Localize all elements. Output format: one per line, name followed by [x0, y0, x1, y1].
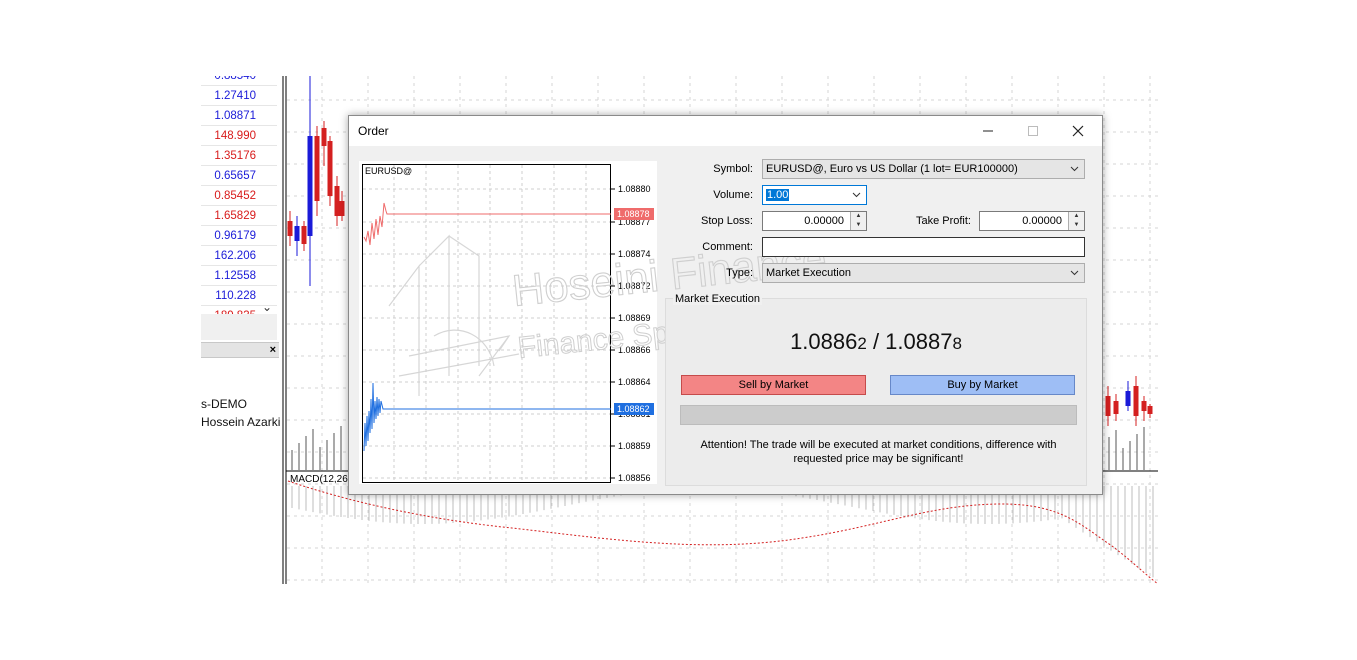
take-profit-field[interactable]: 0.00000 ▲ ▼ [979, 211, 1085, 231]
stop-loss-spinner: ▲ ▼ [850, 212, 866, 230]
stop-loss-label: Stop Loss: [701, 215, 753, 227]
take-profit-label: Take Profit: [915, 215, 971, 227]
volume-label: Volume: [713, 189, 753, 201]
chevron-down-icon[interactable] [852, 187, 861, 209]
bid-price-pipette: 2 [857, 334, 867, 353]
macd-histogram [291, 486, 1154, 578]
dialog-title: Order [358, 124, 389, 138]
bid-price-main: 1.0886 [790, 329, 858, 354]
quote-row[interactable]: 0.65657 [201, 166, 277, 186]
spin-up-icon[interactable]: ▲ [1069, 212, 1084, 221]
stop-loss-field[interactable]: 0.00000 ▲ ▼ [762, 211, 867, 231]
chevron-down-icon [1070, 161, 1079, 178]
spin-down-icon[interactable]: ▼ [851, 221, 866, 230]
quote-row[interactable]: 1.27410 [201, 86, 277, 106]
quote-row[interactable]: 148.990 [201, 126, 277, 146]
symbol-label: Symbol: [713, 163, 753, 175]
attention-message: Attention! The trade will be executed at… [700, 439, 1057, 465]
title-bar[interactable]: Order [349, 116, 1102, 146]
take-profit-value: 0.00000 [1022, 215, 1062, 227]
comment-label: Comment: [702, 241, 753, 253]
market-watch-panel: 0.88540 1.27410 1.08871 148.990 1.35176 0.656… [201, 76, 277, 314]
take-profit-spinner: ▲ ▼ [1068, 212, 1084, 230]
minimize-button[interactable] [965, 116, 1010, 146]
price-axis-label: 1.08856 [618, 473, 651, 483]
type-select[interactable]: Market Execution [762, 263, 1085, 283]
close-button[interactable] [1055, 116, 1100, 146]
panel-gap [201, 314, 277, 340]
spin-up-icon[interactable]: ▲ [851, 212, 866, 221]
quote-row[interactable]: 162.206 [201, 246, 277, 266]
spin-down-icon[interactable]: ▼ [1069, 221, 1084, 230]
stop-loss-value: 0.00000 [804, 215, 844, 227]
type-select-value: Market Execution [766, 267, 851, 279]
account-server-label[interactable]: s-DEMO [201, 397, 247, 411]
minimize-icon [982, 130, 993, 132]
symbol-select[interactable]: EURUSD@, Euro vs US Dollar (1 lot= EUR10… [762, 159, 1085, 179]
quote-row[interactable]: 1.65829 [201, 206, 277, 226]
bid-ask-quote: 1.08862 / 1.08878 [666, 329, 1086, 355]
order-dialog: Order EURUSD@ 1.08880 1.08877 1.08874 1.088… [348, 115, 1103, 495]
market-execution-title: Market Execution [673, 293, 762, 305]
close-icon[interactable]: × [270, 343, 276, 357]
quote-row[interactable]: 1.08871 [201, 106, 277, 126]
quote-row[interactable]: 1.12558 [201, 266, 277, 286]
chevron-down-icon [1070, 265, 1079, 282]
account-user-label[interactable]: Hossein Azarki [201, 415, 280, 429]
quote-row[interactable]: 1.35176 [201, 146, 277, 166]
price-axis-label: 1.08880 [618, 184, 651, 194]
sell-by-market-button[interactable]: Sell by Market [681, 375, 866, 395]
buy-by-market-button[interactable]: Buy by Market [890, 375, 1075, 395]
market-execution-group: 1.08862 / 1.08878 Sell by Market Buy by … [665, 298, 1087, 486]
quote-row[interactable]: 0.96179 [201, 226, 277, 246]
symbol-select-value: EURUSD@, Euro vs US Dollar (1 lot= EUR10… [766, 163, 1018, 175]
maximize-icon [1027, 126, 1038, 136]
ask-price-pipette: 8 [952, 334, 962, 353]
quote-row[interactable]: 0.88540 [201, 76, 277, 86]
macd-indicator-label: MACD(12,26, [290, 474, 351, 485]
execution-progress-bar [680, 405, 1077, 425]
price-axis-label: 1.08859 [618, 441, 651, 451]
ask-price-tag-label: 1.08878 [617, 209, 650, 219]
quote-separator: / [866, 329, 886, 354]
type-label: Type: [726, 267, 753, 279]
navigator-header: × [201, 342, 279, 358]
quote-row[interactable]: 0.85452 [201, 186, 277, 206]
tick-chart-symbol: EURUSD@ [365, 166, 412, 176]
ask-price-main: 1.0887 [885, 329, 953, 354]
chevron-down-icon[interactable]: ⌄ [262, 300, 272, 314]
volume-field[interactable]: 1.00 [762, 185, 867, 205]
comment-field[interactable] [762, 237, 1085, 257]
maximize-button[interactable] [1010, 116, 1055, 146]
volume-value: 1.00 [766, 189, 790, 201]
close-icon [1072, 125, 1083, 137]
